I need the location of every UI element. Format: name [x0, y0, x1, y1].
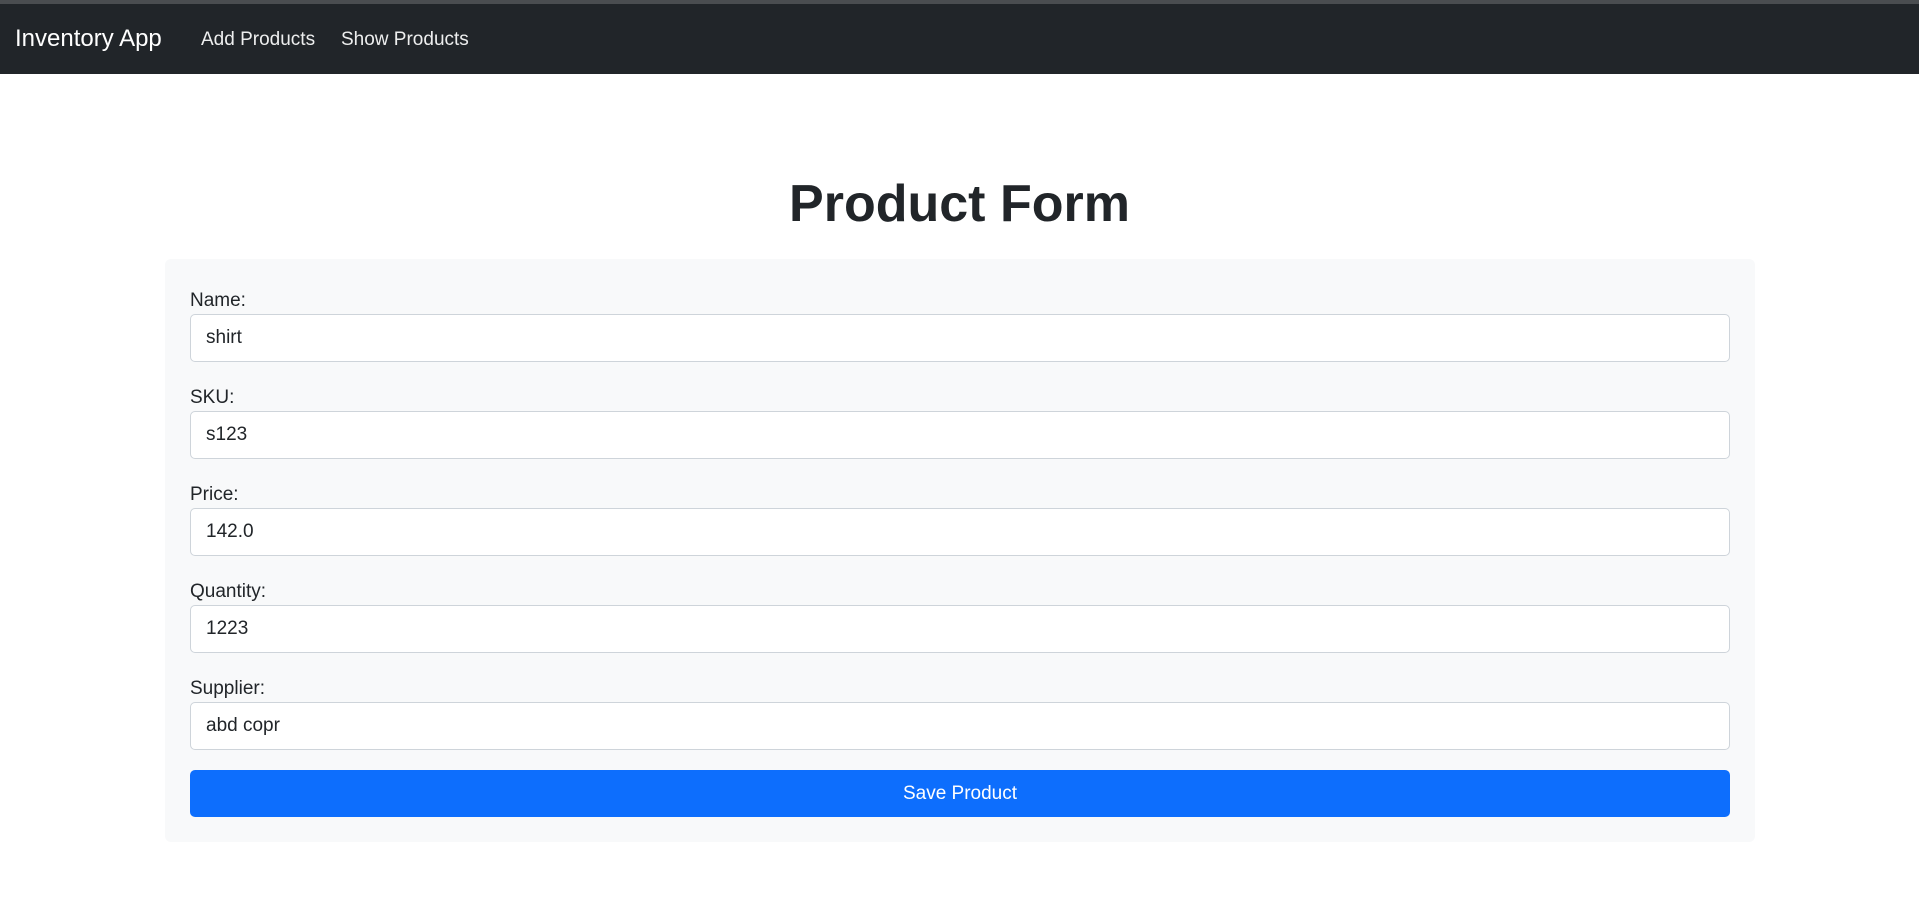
price-label: Price: [190, 484, 239, 505]
navbar-brand[interactable]: Inventory App [15, 24, 162, 54]
product-form: Name: SKU: Price: Quantity: Supplier: Sa… [165, 259, 1755, 842]
quantity-label: Quantity: [190, 581, 267, 602]
save-product-button[interactable]: Save Product [190, 770, 1730, 817]
page-title: Product Form [789, 175, 1130, 233]
price-input[interactable] [190, 508, 1730, 556]
sku-input[interactable] [190, 411, 1730, 459]
name-label: Name: [190, 290, 246, 311]
supplier-input[interactable] [190, 702, 1730, 750]
supplier-label: Supplier: [190, 678, 265, 699]
sku-label: SKU: [190, 387, 235, 408]
navbar: Inventory App Add Products Show Products [0, 4, 1919, 74]
quantity-input[interactable] [190, 605, 1730, 653]
nav-link-show-products[interactable]: Show Products [341, 28, 469, 52]
nav-link-add-products[interactable]: Add Products [201, 28, 315, 52]
name-input[interactable] [190, 314, 1730, 362]
